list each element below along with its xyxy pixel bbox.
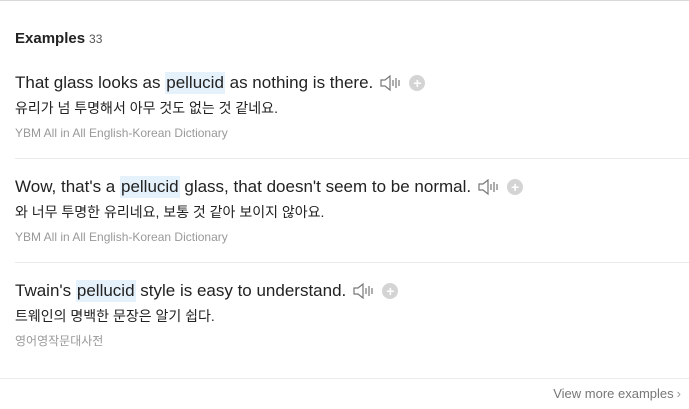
chevron-right-icon: ›: [676, 386, 681, 401]
view-more-examples-link[interactable]: View more examples ›: [553, 386, 681, 401]
example-korean-translation: 유리가 넘 투명해서 아무 것도 없는 것 같네요.: [15, 100, 278, 116]
example-korean-translation: 트웨인의 명백한 문장은 알기 쉽다.: [15, 308, 215, 324]
examples-header: Examples 33: [15, 30, 102, 47]
view-more-label: View more examples: [553, 386, 674, 401]
sentence-text: Twain's: [15, 281, 76, 300]
example-english-sentence: That glass looks as pellucid as nothing …: [15, 72, 689, 94]
examples-title: Examples: [15, 30, 86, 47]
sentence-text: That glass looks as: [15, 73, 166, 92]
sentence-text: as nothing is there.: [224, 73, 374, 92]
example-korean-translation: 와 너무 투명한 유리네요, 보통 것 같아 보이지 않아요.: [15, 204, 325, 220]
example-source: YBM All in All English-Korean Dictionary: [15, 230, 228, 244]
example-english-sentence: Wow, that's a pellucid glass, that doesn…: [15, 176, 689, 198]
sentence-text: glass, that doesn't seem to be normal.: [179, 177, 472, 196]
speaker-icon[interactable]: [379, 73, 403, 93]
speaker-icon[interactable]: [352, 281, 376, 301]
example-source: 영어영작문대사전: [15, 334, 104, 348]
highlighted-headword[interactable]: pellucid: [119, 176, 180, 198]
sentence-text: style is easy to understand.: [135, 281, 347, 300]
highlighted-headword[interactable]: pellucid: [165, 72, 225, 94]
add-to-wordbook-plus-icon[interactable]: +: [382, 283, 399, 299]
example-item: Wow, that's a pellucid glass, that doesn…: [15, 176, 689, 263]
example-source: YBM All in All English-Korean Dictionary: [15, 126, 228, 140]
example-english-sentence: Twain's pellucid style is easy to unders…: [15, 280, 689, 302]
add-to-wordbook-plus-icon[interactable]: +: [409, 75, 426, 91]
highlighted-headword[interactable]: pellucid: [75, 280, 136, 302]
footer-divider: [0, 378, 689, 379]
add-to-wordbook-plus-icon[interactable]: +: [507, 179, 524, 195]
speaker-icon[interactable]: [477, 177, 501, 197]
example-item: Twain's pellucid style is easy to unders…: [15, 280, 689, 379]
example-item: That glass looks as pellucid as nothing …: [15, 72, 689, 159]
examples-count: 33: [89, 32, 103, 46]
top-divider: [0, 0, 689, 1]
sentence-text: Wow, that's a: [15, 177, 120, 196]
